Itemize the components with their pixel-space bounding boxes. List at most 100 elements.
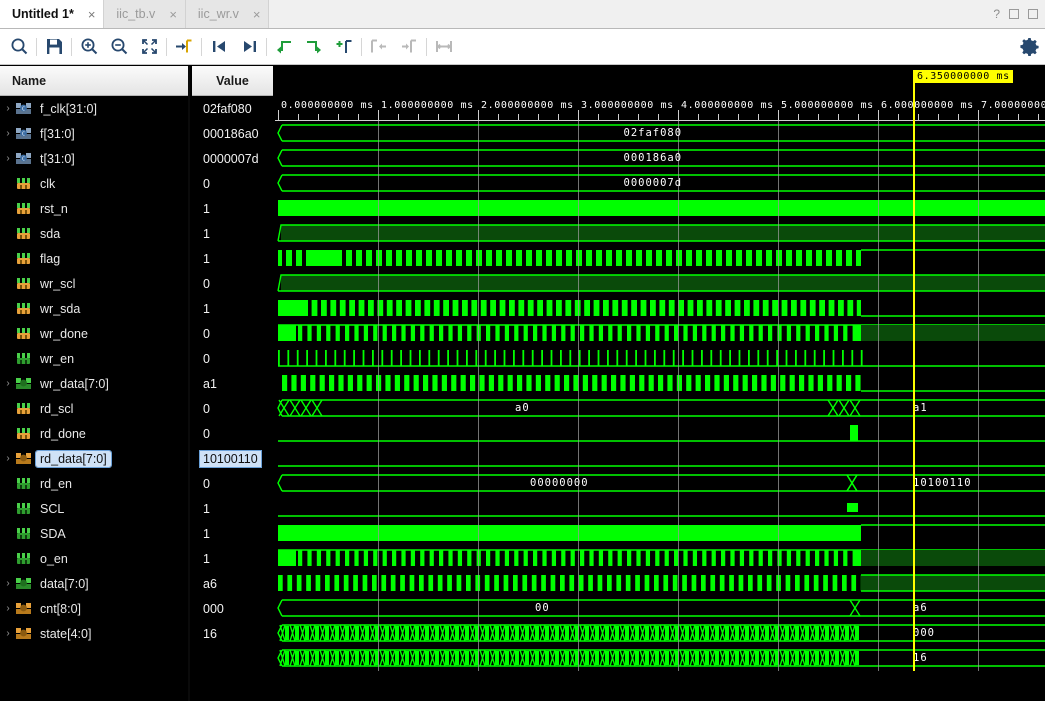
- chevron-right-icon[interactable]: ›: [0, 603, 16, 614]
- signal-value-rd_en[interactable]: 0: [192, 471, 273, 496]
- signal-value-rd_scl[interactable]: 0: [192, 396, 273, 421]
- measure-icon[interactable]: [429, 32, 459, 62]
- signal-row-f310[interactable]: ›Cf[31:0]: [0, 121, 188, 146]
- waveform-row-clk[interactable]: [275, 196, 1045, 221]
- signal-value-wr_sda[interactable]: 1: [192, 296, 273, 321]
- signal-value-state40[interactable]: 16: [192, 621, 273, 646]
- waveform-row-wr_scl[interactable]: [275, 296, 1045, 321]
- tab-iic-wr-v[interactable]: iic_wr.v ×: [186, 0, 270, 28]
- previous-marker-icon[interactable]: [269, 32, 299, 62]
- signal-value-wr_done[interactable]: 0: [192, 321, 273, 346]
- waveform-row-flag[interactable]: [275, 271, 1045, 296]
- waveform-row-wr_en[interactable]: [275, 371, 1045, 396]
- signal-value-cnt80[interactable]: 000: [192, 596, 273, 621]
- signal-value-list[interactable]: 02faf080000186a00000007d01110100a1001010…: [192, 96, 273, 701]
- previous-transition-icon[interactable]: [204, 32, 234, 62]
- next-marker-icon[interactable]: [299, 32, 329, 62]
- next-transition-icon[interactable]: [234, 32, 264, 62]
- waveform-row-rd_done[interactable]: [275, 446, 1045, 471]
- signal-value-wr_en[interactable]: 0: [192, 346, 273, 371]
- waveform-row-rd_en[interactable]: [275, 496, 1045, 521]
- waveform-rows[interactable]: 02faf080000186a00000007d a0a1 000000001010…: [275, 121, 1045, 701]
- signal-row-rd_en[interactable]: rd_en: [0, 471, 188, 496]
- signal-value-SDA[interactable]: 1: [192, 521, 273, 546]
- signal-row-o_en[interactable]: o_en: [0, 546, 188, 571]
- signal-value-clk[interactable]: 0: [192, 171, 273, 196]
- waveform-row-wr_done[interactable]: [275, 346, 1045, 371]
- signal-row-clk[interactable]: clk: [0, 171, 188, 196]
- waveform-row-t310[interactable]: 0000007d: [275, 171, 1045, 196]
- waveform-row-rst_n[interactable]: [275, 221, 1045, 246]
- cursor-line-ruler[interactable]: [913, 70, 915, 121]
- signal-row-cnt80[interactable]: ›cnt[8:0]: [0, 596, 188, 621]
- tab-iic-tb-v[interactable]: iic_tb.v ×: [104, 0, 186, 28]
- signal-name-list[interactable]: ›Cf_clk[31:0]›Cf[31:0]›Ct[31:0]clkrst_ns…: [0, 96, 188, 701]
- close-icon[interactable]: ×: [88, 8, 96, 21]
- chevron-right-icon[interactable]: ›: [0, 128, 16, 139]
- close-icon[interactable]: ×: [253, 8, 261, 21]
- cursor-line[interactable]: [913, 121, 915, 671]
- signal-row-data70[interactable]: ›data[7:0]: [0, 571, 188, 596]
- signal-value-o_en[interactable]: 1: [192, 546, 273, 571]
- signal-value-flag[interactable]: 1: [192, 246, 273, 271]
- signal-row-rst_n[interactable]: rst_n: [0, 196, 188, 221]
- chevron-right-icon[interactable]: ›: [0, 578, 16, 589]
- move-left-icon[interactable]: [364, 32, 394, 62]
- signal-value-rd_done[interactable]: 0: [192, 421, 273, 446]
- close-icon[interactable]: ×: [169, 8, 177, 21]
- move-right-icon[interactable]: [394, 32, 424, 62]
- chevron-right-icon[interactable]: ›: [0, 153, 16, 164]
- signal-value-data70[interactable]: a6: [192, 571, 273, 596]
- waveform-row-rd_data70[interactable]: 0000000010100110: [275, 471, 1045, 496]
- add-marker-icon[interactable]: [329, 32, 359, 62]
- waveform-row-data70[interactable]: 00a6: [275, 596, 1045, 621]
- signal-row-SCL[interactable]: SCL: [0, 496, 188, 521]
- signal-row-rd_done[interactable]: rd_done: [0, 421, 188, 446]
- zoom-out-icon[interactable]: [104, 32, 134, 62]
- signal-value-rst_n[interactable]: 1: [192, 196, 273, 221]
- waveform-row-f_clk310[interactable]: 02faf080: [275, 121, 1045, 146]
- signal-row-SDA[interactable]: SDA: [0, 521, 188, 546]
- signal-value-t310[interactable]: 0000007d: [192, 146, 273, 171]
- signal-value-SCL[interactable]: 1: [192, 496, 273, 521]
- signal-row-state40[interactable]: ›state[4:0]: [0, 621, 188, 646]
- tab-untitled-1[interactable]: Untitled 1* ×: [0, 0, 104, 28]
- signal-row-wr_sda[interactable]: wr_sda: [0, 296, 188, 321]
- signal-row-t310[interactable]: ›Ct[31:0]: [0, 146, 188, 171]
- time-ruler[interactable]: 0.000000000 ms1.000000000 ms2.000000000 …: [275, 66, 1045, 121]
- signal-value-sda[interactable]: 1: [192, 221, 273, 246]
- signal-row-wr_data70[interactable]: ›wr_data[7:0]: [0, 371, 188, 396]
- signal-row-sda[interactable]: sda: [0, 221, 188, 246]
- signal-row-f_clk310[interactable]: ›Cf_clk[31:0]: [0, 96, 188, 121]
- waveform-row-wr_sda[interactable]: [275, 321, 1045, 346]
- help-icon[interactable]: ?: [993, 7, 1000, 21]
- save-icon[interactable]: [39, 32, 69, 62]
- waveform-row-o_en[interactable]: [275, 571, 1045, 596]
- search-icon[interactable]: [4, 32, 34, 62]
- chevron-right-icon[interactable]: ›: [0, 628, 16, 639]
- signal-value-wr_data70[interactable]: a1: [192, 371, 273, 396]
- goto-time-icon[interactable]: [169, 32, 199, 62]
- zoom-in-icon[interactable]: [74, 32, 104, 62]
- signal-row-wr_done[interactable]: wr_done: [0, 321, 188, 346]
- signal-value-wr_scl[interactable]: 0: [192, 271, 273, 296]
- chevron-right-icon[interactable]: ›: [0, 378, 16, 389]
- waveform-panel[interactable]: 0.000000000 ms1.000000000 ms2.000000000 …: [275, 66, 1045, 701]
- chevron-right-icon[interactable]: ›: [0, 453, 16, 464]
- waveform-row-rd_scl[interactable]: [275, 421, 1045, 446]
- settings-gear-icon[interactable]: [1019, 36, 1039, 56]
- restore-icon[interactable]: [1028, 9, 1038, 19]
- signal-row-wr_en[interactable]: wr_en: [0, 346, 188, 371]
- signal-row-rd_data70[interactable]: ›rd_data[7:0]: [0, 446, 188, 471]
- waveform-row-SCL[interactable]: [275, 521, 1045, 546]
- waveform-row-sda[interactable]: [275, 246, 1045, 271]
- chevron-right-icon[interactable]: ›: [0, 103, 16, 114]
- waveform-row-wr_data70[interactable]: a0a1: [275, 396, 1045, 421]
- signal-value-f_clk310[interactable]: 02faf080: [192, 96, 273, 121]
- signal-row-wr_scl[interactable]: wr_scl: [0, 271, 188, 296]
- signal-value-f310[interactable]: 000186a0: [192, 121, 273, 146]
- waveform-row-f310[interactable]: 000186a0: [275, 146, 1045, 171]
- signal-value-rd_data70[interactable]: 10100110: [192, 446, 273, 471]
- signal-row-flag[interactable]: flag: [0, 246, 188, 271]
- zoom-fit-icon[interactable]: [134, 32, 164, 62]
